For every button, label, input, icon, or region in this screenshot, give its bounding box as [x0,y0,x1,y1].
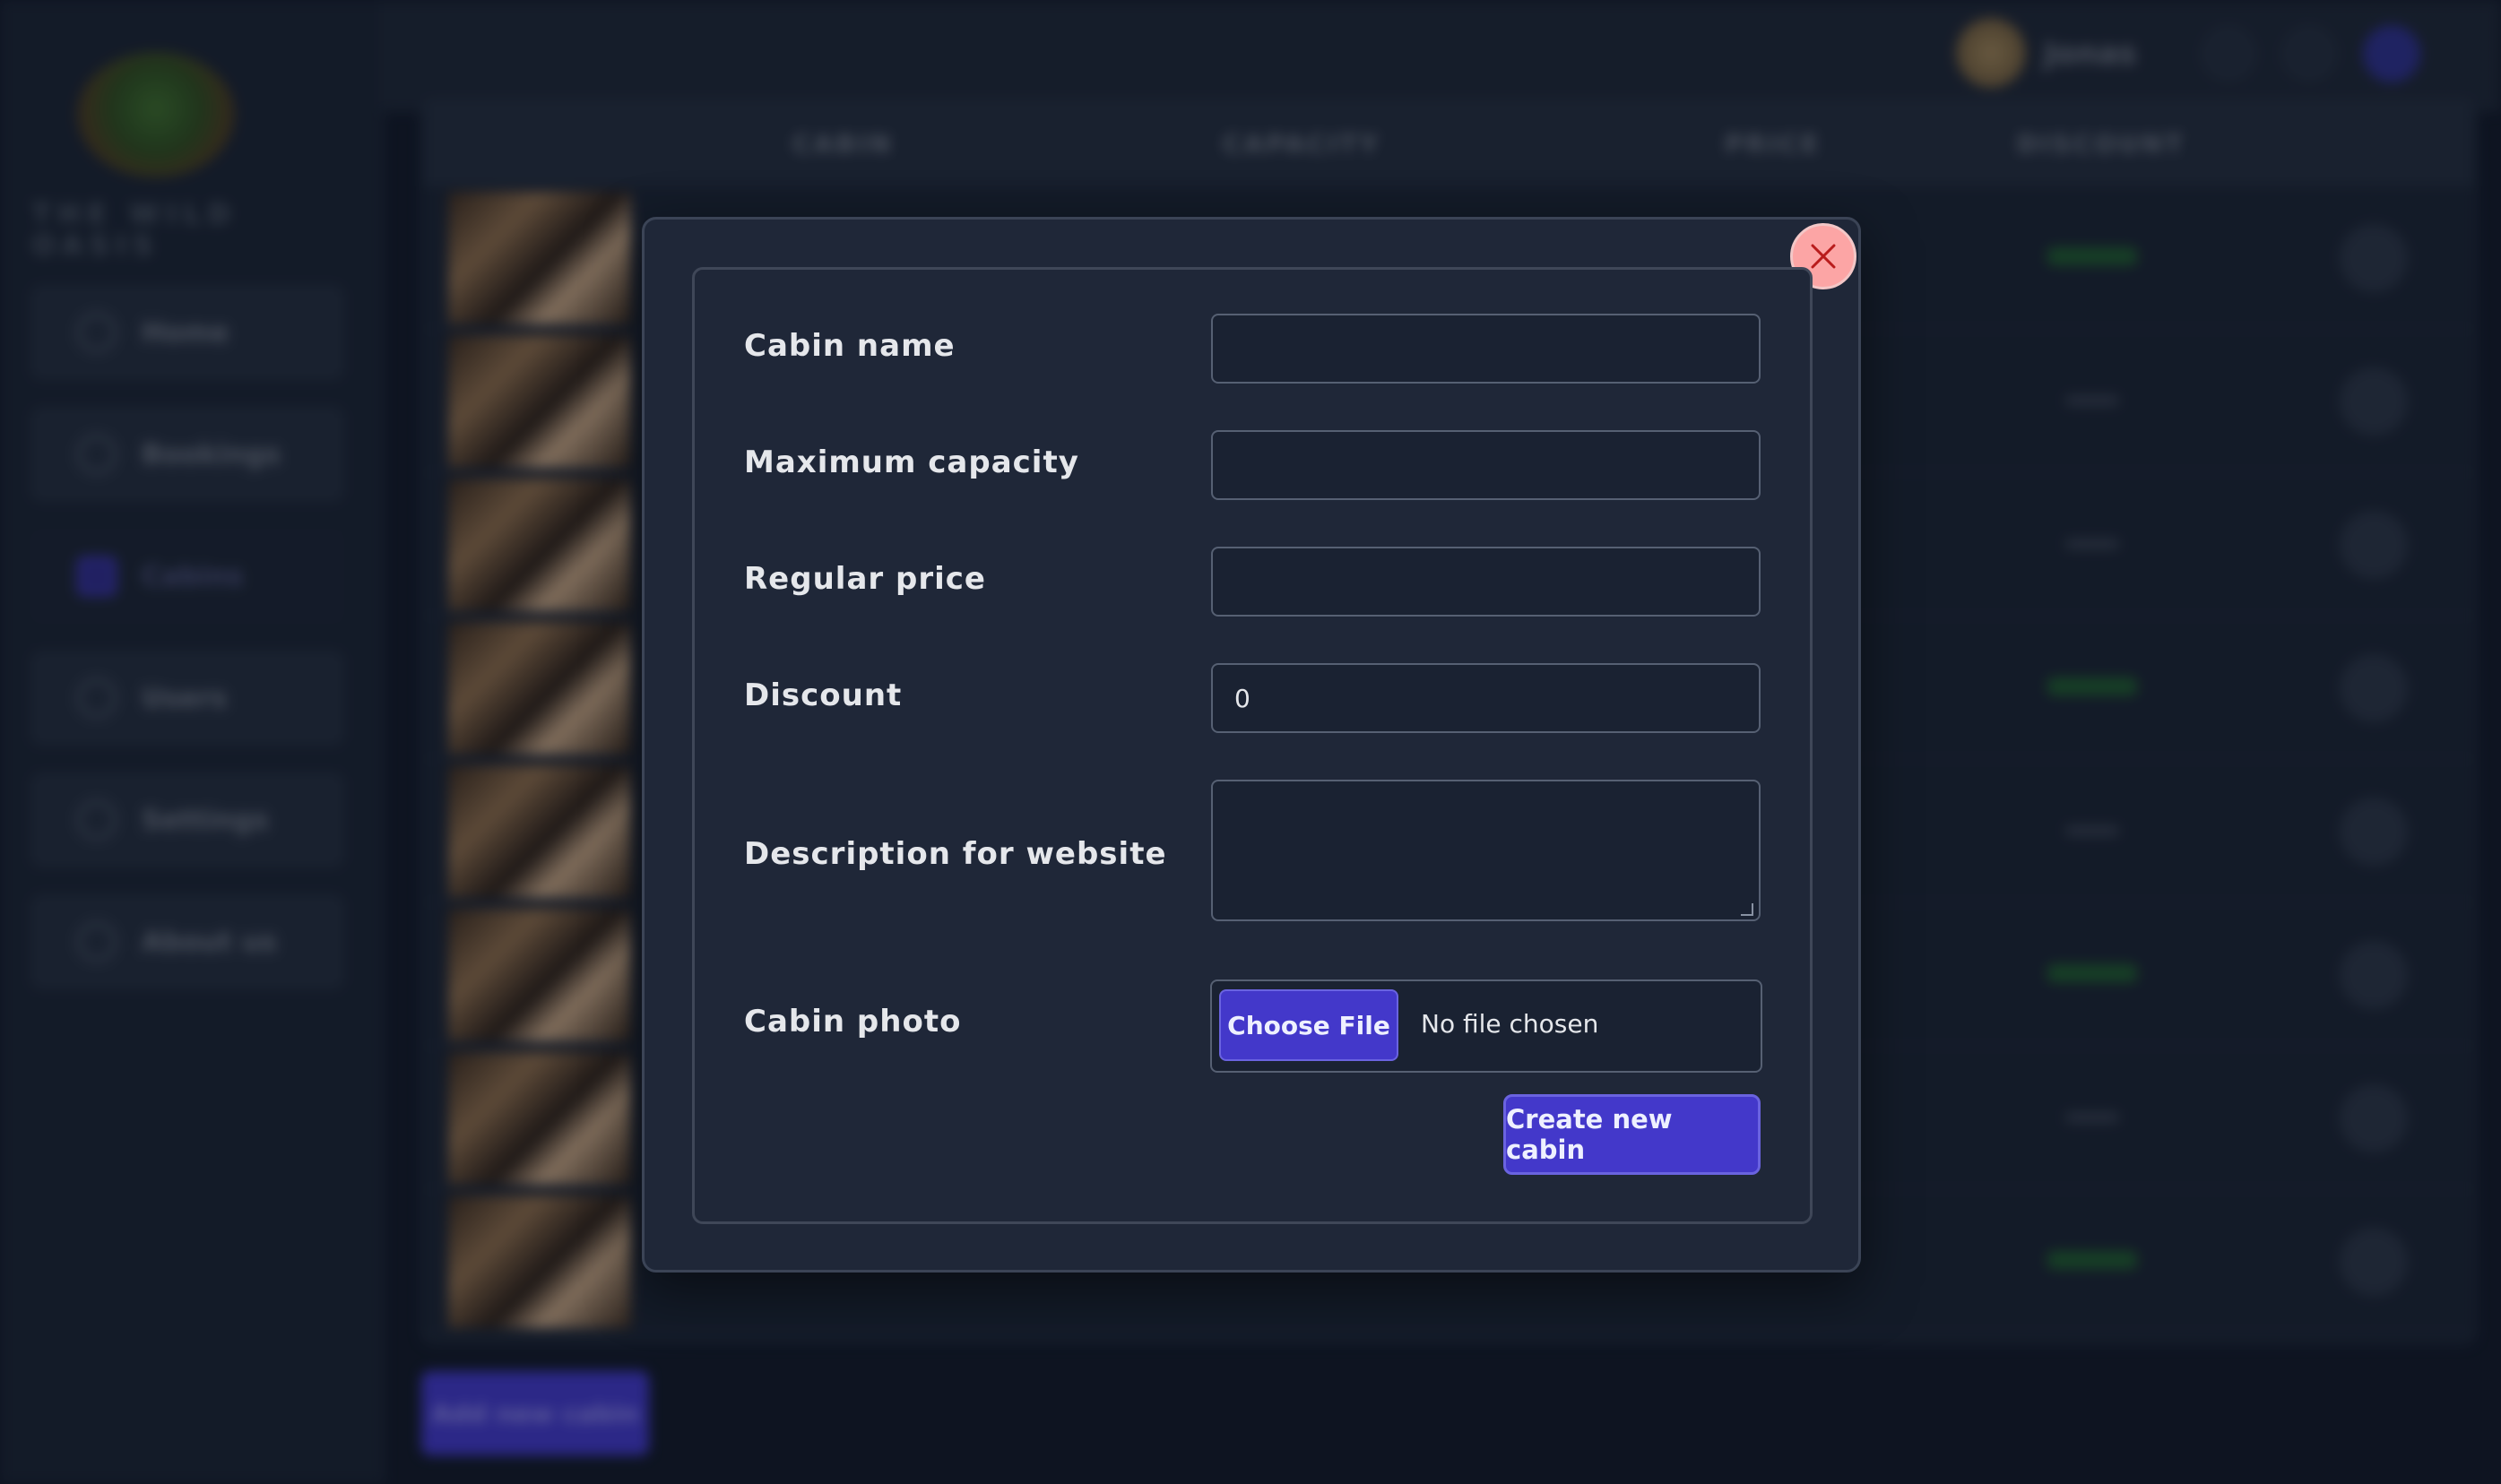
discount-label: Discount [744,677,903,713]
close-icon [1811,244,1836,269]
description-textarea[interactable] [1211,780,1761,921]
resize-handle-icon[interactable] [1741,903,1753,916]
max-capacity-input[interactable] [1211,430,1761,500]
create-cabin-button[interactable]: Create new cabin [1503,1094,1761,1175]
cabin-photo-label: Cabin photo [744,1004,962,1040]
description-label: Description for website [744,836,1167,872]
discount-input[interactable] [1211,663,1761,733]
regular-price-input[interactable] [1211,547,1761,617]
file-status-text: No file chosen [1421,1009,1599,1039]
cabin-name-input[interactable] [1211,314,1761,384]
create-cabin-form [692,267,1813,1224]
regular-price-label: Regular price [744,561,986,597]
cabin-name-label: Cabin name [744,328,956,364]
choose-file-button[interactable]: Choose File [1219,989,1398,1061]
max-capacity-label: Maximum capacity [744,444,1079,480]
